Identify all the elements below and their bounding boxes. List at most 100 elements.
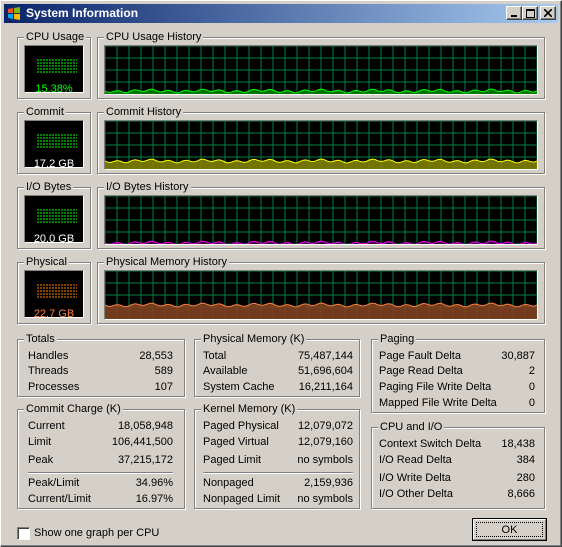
show-one-graph-per-cpu-checkbox[interactable]	[17, 527, 30, 540]
stat-row-nonpaged-limit: Nonpaged Limit no symbols	[203, 492, 353, 507]
stat-row-peak: Peak 37,215,172	[28, 453, 173, 468]
totals-group: Totals Handles 28,553 Threads 589 Proces…	[17, 332, 185, 397]
stat-value: 280	[516, 472, 535, 484]
stat-value: 12,079,072	[297, 420, 353, 432]
stat-row-io-write-delta: I/O Write Delta 280	[379, 471, 535, 486]
physical-meter: 22.7 GB	[24, 270, 84, 320]
stat-label: Paging File Write Delta	[379, 381, 492, 393]
stat-label: Nonpaged	[203, 477, 254, 489]
physical-history-label: Physical Memory History	[104, 255, 230, 269]
stat-label: I/O Read Delta	[379, 454, 452, 466]
cpu-io-group: CPU and I/O Context Switch Delta 18,438 …	[371, 420, 545, 509]
physical-memory-title: Physical Memory (K)	[201, 332, 307, 346]
totals-title: Totals	[24, 332, 57, 346]
stat-value: 0	[528, 397, 535, 409]
stat-row-page-read-delta: Page Read Delta 2	[379, 364, 535, 379]
io-history-group: I/O Bytes History	[97, 180, 545, 249]
windows-logo-icon	[8, 7, 20, 20]
stat-value: 51,696,604	[297, 365, 353, 377]
title-bar[interactable]: System Information	[4, 4, 558, 23]
ok-button[interactable]: OK	[472, 518, 547, 541]
physical-label: Physical	[24, 255, 69, 269]
minimize-button[interactable]	[506, 6, 522, 20]
stat-label: Context Switch Delta	[379, 438, 482, 450]
stat-value: 16.97%	[135, 493, 173, 505]
stat-value: 107	[154, 381, 173, 393]
show-one-graph-per-cpu-label[interactable]: Show one graph per CPU	[34, 526, 159, 540]
stat-value: 589	[154, 365, 173, 377]
physical-memory-group: Physical Memory (K) Total 75,487,144 Ava…	[194, 332, 360, 397]
stat-label: Page Read Delta	[379, 365, 463, 377]
commit-charge-group: Commit Charge (K) Current 18,058,948 Lim…	[17, 402, 185, 509]
stat-label: I/O Other Delta	[379, 488, 453, 500]
io-bytes-group: I/O Bytes 20.0 GB	[17, 180, 91, 249]
cpu-history-label: CPU Usage History	[104, 30, 204, 44]
stat-value: no symbols	[297, 454, 353, 466]
stat-label: Peak	[28, 454, 54, 466]
cpu-usage-group: CPU Usage 15.38%	[17, 30, 91, 99]
stat-value: no symbols	[297, 493, 353, 505]
close-button[interactable]	[540, 6, 556, 20]
stat-label: Handles	[28, 350, 69, 362]
stat-label: Limit	[28, 436, 52, 448]
stat-value: 2,159,936	[304, 477, 353, 489]
io-bytes-label: I/O Bytes	[24, 180, 74, 194]
commit-history-graph	[104, 120, 538, 170]
stat-row-peak-limit: Peak/Limit 34.96%	[28, 476, 173, 491]
commit-charge-title: Commit Charge (K)	[24, 402, 123, 416]
stat-value: 384	[516, 454, 535, 466]
stat-value: 28,553	[139, 350, 173, 362]
stat-row-paged-virtual: Paged Virtual 12,079,160	[203, 435, 353, 450]
stat-value: 34.96%	[135, 477, 173, 489]
io-bytes-meter: 20.0 GB	[24, 195, 84, 245]
paging-group: Paging Page Fault Delta 30,887 Page Read…	[371, 332, 545, 413]
physical-value: 22.7 GB	[33, 308, 75, 320]
commit-group: Commit 17.2 GB	[17, 105, 91, 174]
stat-label: System Cache	[203, 381, 275, 393]
stat-row-processes: Processes 107	[28, 380, 173, 395]
stat-label: Total	[203, 350, 227, 362]
paging-title: Paging	[378, 332, 417, 346]
io-bytes-value: 20.0 GB	[33, 233, 75, 245]
cpu-io-title: CPU and I/O	[378, 420, 445, 434]
stat-row-io-other-delta: I/O Other Delta 8,666	[379, 487, 535, 502]
physical-group: Physical 22.7 GB	[17, 255, 91, 324]
commit-history-group: Commit History	[97, 105, 545, 174]
kernel-memory-title: Kernel Memory (K)	[201, 402, 298, 416]
commit-label: Commit	[24, 105, 66, 119]
maximize-button[interactable]	[522, 6, 538, 20]
stat-row-context-switch-delta: Context Switch Delta 18,438	[379, 437, 535, 452]
stat-label: Available	[203, 365, 248, 377]
cpu-history-graph	[104, 45, 538, 95]
cpu-history-group: CPU Usage History	[97, 30, 545, 99]
stat-label: Mapped File Write Delta	[379, 397, 497, 409]
stat-row-nonpaged: Nonpaged 2,159,936	[203, 476, 353, 491]
cpu-usage-label: CPU Usage	[24, 30, 87, 44]
stat-value: 106,441,500	[111, 436, 173, 448]
stat-row-available: Available 51,696,604	[203, 364, 353, 379]
stat-value: 8,666	[507, 488, 535, 500]
stat-label: Current	[28, 420, 65, 432]
stat-row-threads: Threads 589	[28, 364, 173, 379]
stat-label: Paged Physical	[203, 420, 279, 432]
stat-label: Threads	[28, 365, 69, 377]
stat-value: 18,058,948	[117, 420, 173, 432]
divider	[203, 472, 353, 474]
stat-row-total: Total 75,487,144	[203, 349, 353, 364]
stat-label: I/O Write Delta	[379, 472, 451, 484]
history-fill	[105, 303, 537, 319]
stat-label: Nonpaged Limit	[203, 493, 281, 505]
system-information-window: System Information CPU Usage 15.38% CPU …	[0, 0, 562, 547]
stat-row-io-read-delta: I/O Read Delta 384	[379, 453, 535, 468]
stat-value: 12,079,160	[297, 436, 353, 448]
stat-row-handles: Handles 28,553	[28, 349, 173, 364]
stat-label: Current/Limit	[28, 493, 91, 505]
stat-label: Paged Virtual	[203, 436, 269, 448]
stat-row-page-fault-delta: Page Fault Delta 30,887	[379, 349, 535, 364]
physical-history-graph	[104, 270, 538, 320]
history-fill	[105, 89, 537, 94]
stat-label: Processes	[28, 381, 80, 393]
maximize-icon	[525, 8, 535, 18]
stat-row-paged-physical: Paged Physical 12,079,072	[203, 419, 353, 434]
divider	[28, 472, 173, 474]
